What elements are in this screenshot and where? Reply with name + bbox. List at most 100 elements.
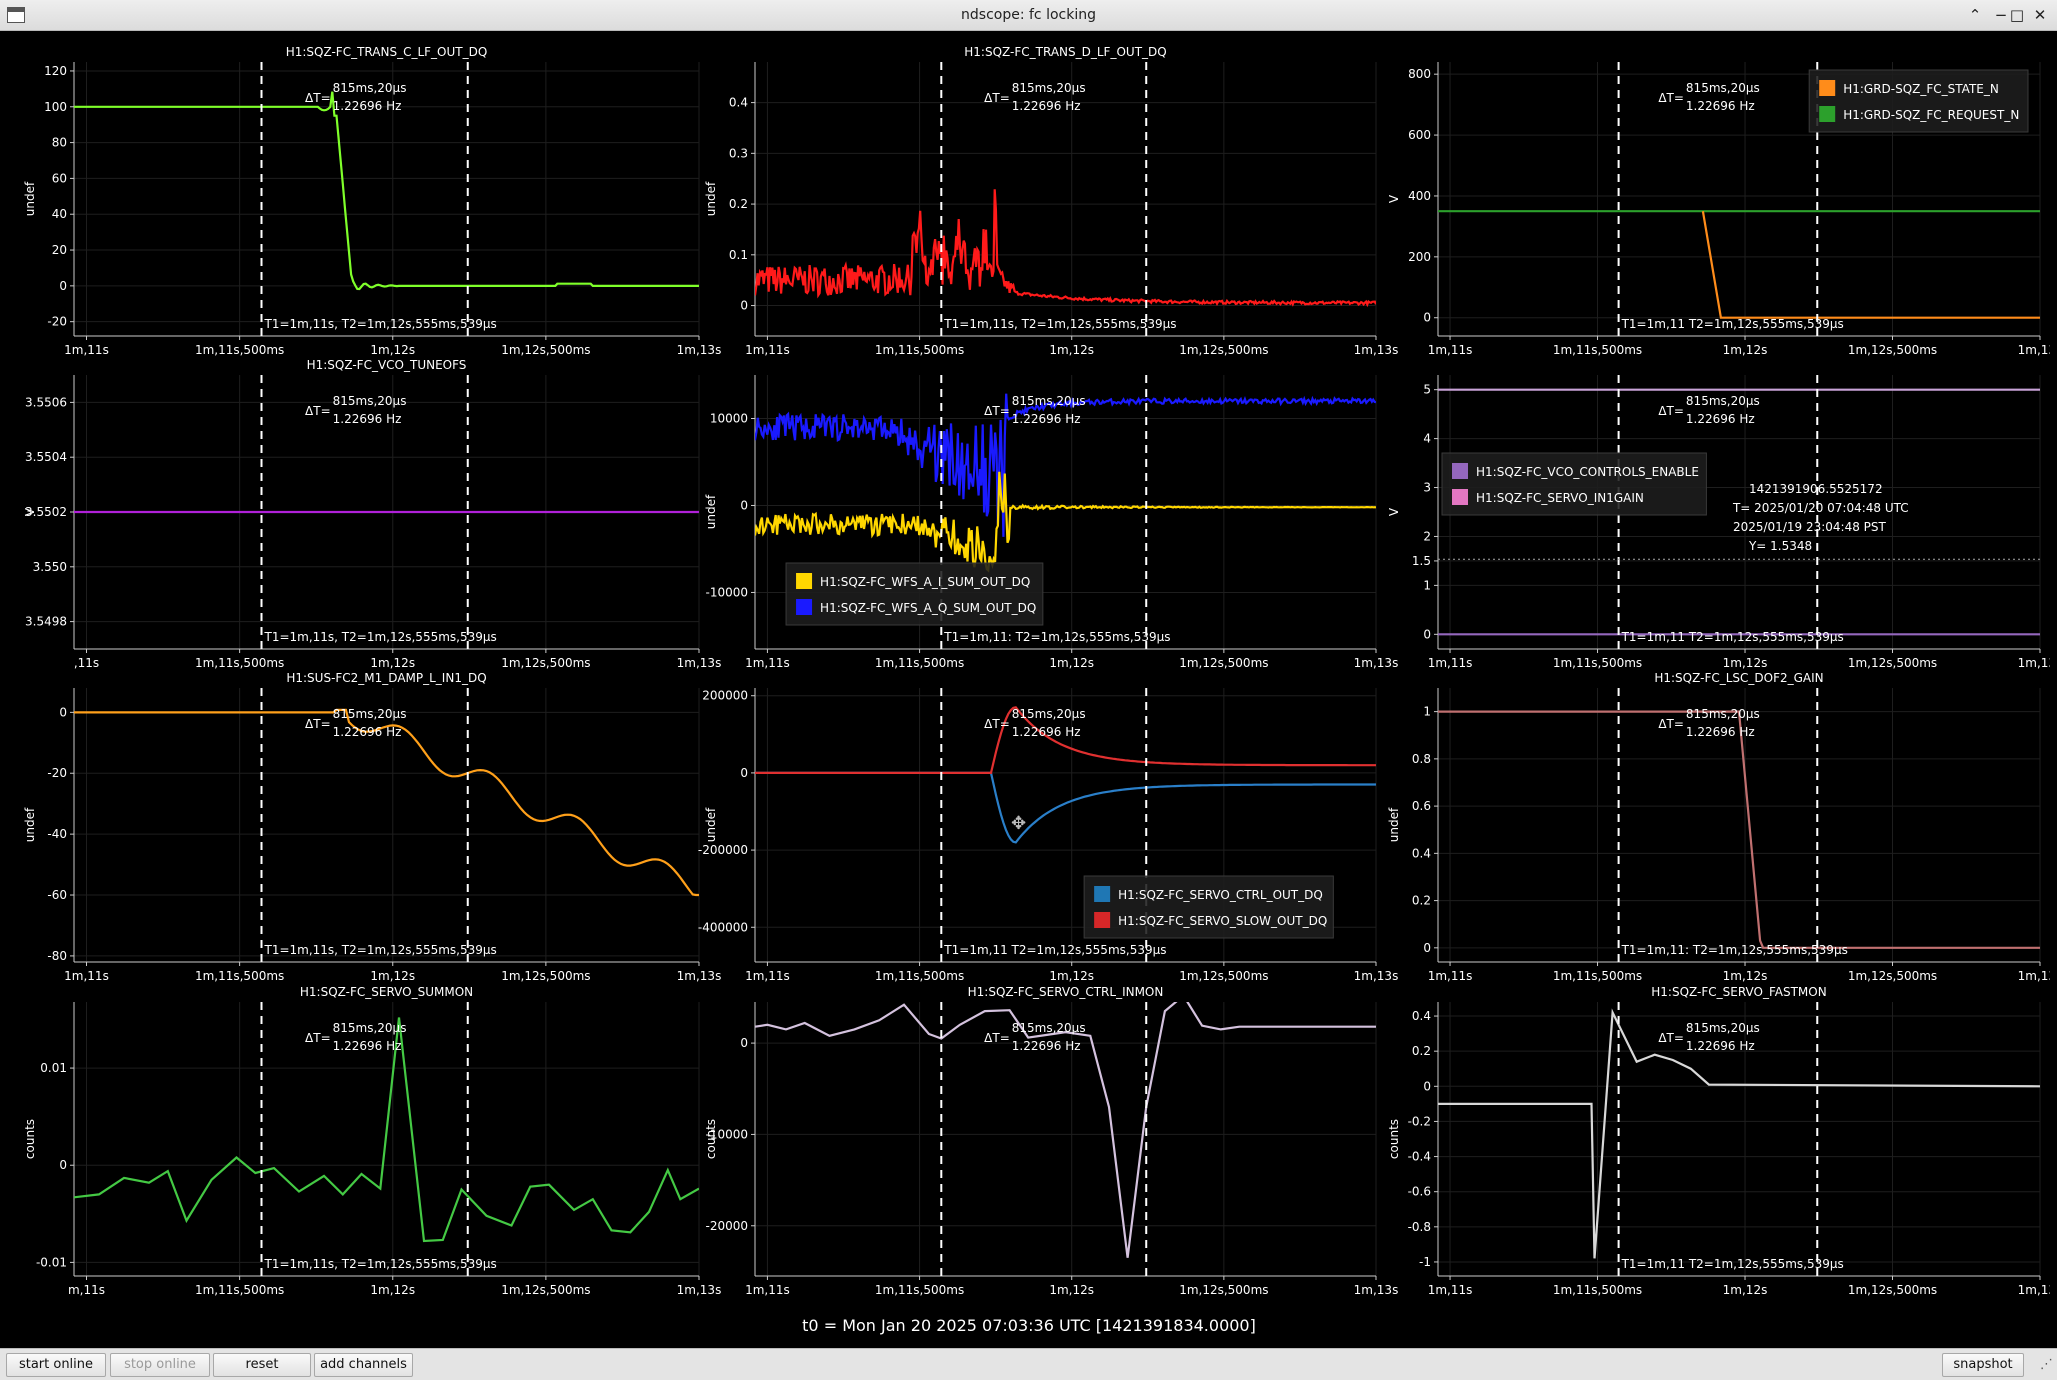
x-tick-label: 1m,11s,500ms <box>195 969 284 983</box>
cursor-time-label: T1=1m,11s, T2=1m,12s,555ms,539μs <box>264 317 497 331</box>
y-tick-label: -60 <box>47 888 67 902</box>
x-tick-label: 1m,11s <box>1428 656 1473 670</box>
x-tick-label: 1m,11s,500ms <box>875 343 964 357</box>
delta-t-value: 815ms,20μs <box>1012 81 1086 95</box>
y-tick-label: -1 <box>1419 1255 1431 1269</box>
x-tick-label: 1m,11s,500ms <box>1553 1283 1642 1297</box>
y-tick-label: -0.8 <box>1408 1220 1431 1234</box>
delta-freq-value: 1.22696 Hz <box>1012 412 1081 426</box>
legend[interactable]: H1:SQZ-FC_WFS_A_I_SUM_OUT_DQ H1:SQZ-FC_WF… <box>785 562 1044 626</box>
x-tick-label: 1m,13s <box>1354 969 1399 983</box>
plot-p7[interactable]: H1:SUS-FC2_M1_DAMP_L_IN1_DQ -80 -60 -40 -20 0… <box>23 671 721 983</box>
cursor-time-label: T1=1m,11s, T2=1m,12s,555ms,539μs <box>264 1257 497 1271</box>
plot-p3[interactable]: 0 200 400 600 800 V 1m,11s 1m,11s,500ms 1m,12s 1m… <box>1387 62 2050 357</box>
legend[interactable]: H1:GRD-SQZ_FC_STATE_N H1:GRD-SQZ_FC_REQUE… <box>1808 69 2029 133</box>
y-tick-label: 0.3 <box>729 146 748 160</box>
y-tick-label: 0 <box>740 299 748 313</box>
y-axis-label: undef <box>23 807 37 842</box>
y-tick-label: 0 <box>59 279 67 293</box>
series-line-1 <box>1701 211 2040 319</box>
plot-p11[interactable]: H1:SQZ-FC_SERVO_CTRL_INMON-20000-100000c… <box>704 985 1398 1297</box>
y-tick-label: 2 <box>1423 529 1431 543</box>
plot-p12[interactable]: H1:SQZ-FC_SERVO_FASTMON -1 -0.8 -0.6 -0.4 -0.… <box>1387 985 2050 1297</box>
x-tick-label: 1m,12s,500ms <box>1848 969 1937 983</box>
y-axis-label: counts <box>1387 1119 1401 1159</box>
delta-freq-value: 1.22696 Hz <box>1012 1039 1081 1053</box>
legend[interactable]: H1:SQZ-FC_VCO_CONTROLS_ENABLE H1:SQZ-FC_S… <box>1441 452 1707 516</box>
series-line-1 <box>755 471 1376 573</box>
delta-t-value: 815ms,20μs <box>1012 707 1086 721</box>
y-tick-label: 400 <box>1408 189 1431 203</box>
reset-button[interactable]: reset <box>213 1353 311 1377</box>
y-tick-label: 0.2 <box>1412 1044 1431 1058</box>
y-tick-label: 1.5 <box>1412 554 1431 568</box>
delta-freq-value: 1.22696 Hz <box>333 99 402 113</box>
snapshot-button[interactable]: snapshot <box>1942 1353 2024 1377</box>
x-tick-label: 1m,12s,500ms <box>1179 969 1268 983</box>
legend-label: H1:SQZ-FC_SERVO_IN1GAIN <box>1476 491 1644 505</box>
y-tick-label: 3 <box>1423 481 1431 495</box>
plot-p8[interactable]: -400000 -200000 0 200000 undef 1m,11s 1m,11s,5… <box>698 688 1398 983</box>
y-tick-label: -20 <box>47 315 67 329</box>
x-tick-label: 1m,12s <box>1723 1283 1768 1297</box>
x-tick-label: 1m,12s,500ms <box>501 656 590 670</box>
legend-swatch <box>1094 912 1111 928</box>
plot-p4[interactable]: H1:SQZ-FC_VCO_TUNEOFS3.54983.5503.55023.… <box>23 358 721 670</box>
x-tick-label: 1m,13s <box>2018 969 2050 983</box>
x-tick-label: 1m,12s,500ms <box>1179 343 1268 357</box>
x-tick-label: 1m,11s,500ms <box>195 343 284 357</box>
x-tick-label: 1m,12s,500ms <box>1179 656 1268 670</box>
y-tick-label: 0 <box>740 498 748 512</box>
legend-swatch <box>1819 106 1836 122</box>
plot-title: H1:SQZ-FC_SERVO_FASTMON <box>1651 985 1826 999</box>
delta-t-value: 815ms,20μs <box>1012 1021 1086 1035</box>
x-tick-label: 1m,11s <box>745 656 790 670</box>
title-bar[interactable]: ndscope: fc locking ⌃ − □ ✕ <box>0 0 2057 31</box>
delta-t-label: ΔT= <box>984 1031 1010 1045</box>
x-tick-label: 1m,12s <box>370 969 415 983</box>
plot-p6[interactable]: 0 1 1.5 2 3 4 5 V 1m,11s 1m,11s,500ms 1m,12s 1m,12s… <box>1387 375 2050 670</box>
plot-title: H1:SQZ-FC_SERVO_CTRL_INMON <box>968 985 1164 999</box>
stop-online-button[interactable]: stop online <box>110 1353 210 1377</box>
start-online-button[interactable]: start online <box>6 1353 106 1377</box>
y-tick-label: 80 <box>52 136 67 150</box>
legend[interactable]: H1:SQZ-FC_SERVO_CTRL_OUT_DQ H1:SQZ-FC_SER… <box>1083 875 1334 939</box>
legend-box <box>1441 452 1707 516</box>
y-tick-label: 1 <box>1423 578 1431 592</box>
y-axis-label: V <box>1387 194 1401 203</box>
delta-t-value: 815ms,20μs <box>1686 1021 1760 1035</box>
y-tick-label: 0.1 <box>729 248 748 262</box>
plot-p9[interactable]: H1:SQZ-FC_LSC_DOF2_GAIN 0 0.2 0.4 0.6 0.8 1 und… <box>1387 671 2050 983</box>
x-tick-label: 1m,11s <box>64 969 109 983</box>
y-tick-label: -0.01 <box>36 1255 67 1269</box>
plot-p10[interactable]: H1:SQZ-FC_SERVO_SUMMON -0.01 0 0.01 counts m,… <box>23 985 721 1297</box>
legend-swatch <box>796 599 813 615</box>
x-tick-label: 1m,11s,500ms <box>1553 343 1642 357</box>
y-tick-label: 200 <box>1408 250 1431 264</box>
legend-label: H1:SQZ-FC_WFS_A_Q_SUM_OUT_DQ <box>820 601 1036 615</box>
scope-plot-area[interactable]: H1:SQZ-FC_TRANS_C_LF_OUT_DQ -20 0 20 40 60 80 1… <box>8 32 2050 1343</box>
resize-grip-icon[interactable]: ⋰ <box>2040 1357 2053 1372</box>
cursor-time-label: T1=1m,11 T2=1m,12s,555ms,539μs <box>1621 317 1844 331</box>
plot-p1[interactable]: H1:SQZ-FC_TRANS_C_LF_OUT_DQ -20 0 20 40 60 80 1… <box>23 45 721 357</box>
delta-freq-value: 1.22696 Hz <box>1686 412 1755 426</box>
keep-above-icon[interactable]: ⌃ <box>1964 4 1986 26</box>
maximize-icon[interactable]: □ <box>2006 4 2028 26</box>
y-tick-label: 0 <box>1423 941 1431 955</box>
delta-t-label: ΔT= <box>984 91 1010 105</box>
y-axis-label: V <box>1387 507 1401 516</box>
plot-p5[interactable]: -10000 0 10000 undef 1m,11s 1m,11s,500ms 1m,12… <box>704 375 1398 670</box>
close-icon[interactable]: ✕ <box>2029 4 2051 26</box>
x-tick-label: 1m,12s <box>1723 969 1768 983</box>
y-tick-label: 0.4 <box>1412 1009 1431 1023</box>
plot-p2[interactable]: H1:SQZ-FC_TRANS_D_LF_OUT_DQ 0 0.1 0.2 0.3 0.4… <box>704 45 1398 357</box>
add-channels-button[interactable]: add channels <box>314 1353 413 1377</box>
cursor-time-label: T1=1m,11 T2=1m,12s,555ms,539μs <box>1621 1257 1844 1271</box>
y-tick-label: 3.5506 <box>25 395 67 409</box>
y-tick-label: 0.2 <box>729 197 748 211</box>
plot-grid[interactable]: H1:SQZ-FC_TRANS_C_LF_OUT_DQ-200204060801… <box>8 32 2050 1343</box>
y-tick-label: 0.6 <box>1412 799 1431 813</box>
window-title: ndscope: fc locking <box>961 7 1096 23</box>
x-tick-label: 1m,12s <box>1049 343 1094 357</box>
cursor-time-label: T1=1m,11 T2=1m,12s,555ms,539μs <box>943 943 1166 957</box>
